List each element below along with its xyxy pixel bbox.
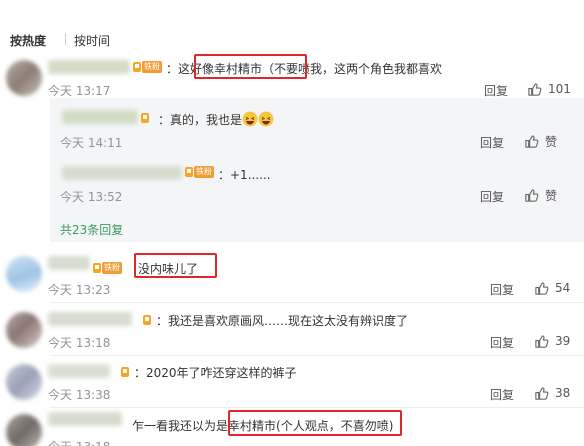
reply-time: 今天 13:52 [60, 190, 123, 204]
like-button[interactable]: 38 [534, 385, 570, 401]
fan-badge-icon [185, 167, 193, 177]
avatar[interactable] [6, 312, 42, 348]
avatar[interactable] [6, 256, 42, 292]
like-button[interactable]: 54 [534, 280, 570, 296]
reply-text: ：真的，我也是 [158, 111, 274, 128]
like-count: 101 [548, 82, 571, 96]
laughing-emoji-icon [258, 111, 274, 127]
fan-badge-icon [121, 367, 129, 377]
reply-button[interactable]: 回复 [490, 334, 514, 351]
thumbs-up-icon [525, 188, 539, 202]
tab-divider [65, 33, 66, 45]
avatar[interactable] [6, 60, 42, 96]
reply-button[interactable]: 回复 [490, 281, 514, 298]
like-label: 赞 [545, 134, 558, 149]
reply-button[interactable]: 回复 [480, 134, 504, 151]
tab-sort-by-hot[interactable]: 按热度 [10, 32, 46, 49]
thumbs-up-icon [535, 386, 549, 400]
thumbs-up-icon [525, 134, 539, 148]
tab-sort-by-time[interactable]: 按时间 [74, 32, 110, 49]
avatar[interactable] [6, 414, 42, 446]
thumbs-up-icon [528, 82, 542, 96]
divider [50, 355, 584, 356]
reply-time: 今天 14:11 [60, 136, 123, 150]
avatar[interactable] [6, 364, 42, 400]
like-button[interactable]: 39 [534, 333, 570, 349]
fan-badge: 铁粉 [142, 61, 162, 73]
fan-badge-icon [133, 62, 141, 72]
reply-button[interactable]: 回复 [484, 82, 508, 99]
username[interactable] [48, 256, 90, 270]
comment-time: 今天 13:18 [48, 438, 110, 446]
fan-badge-icon [93, 263, 101, 273]
username[interactable] [48, 312, 132, 326]
comment-text: ：2020年了咋还穿这样的裤子 [134, 366, 297, 380]
thumbs-up-icon [535, 281, 549, 295]
reply-text: ：+1...... [218, 168, 271, 182]
comment-text: ：我还是喜欢原画风……现在这太没有辨识度了 [156, 314, 409, 328]
fan-badge: 铁粉 [102, 262, 122, 274]
comment-time: 今天 13:38 [48, 388, 111, 402]
reply-username[interactable] [62, 166, 182, 180]
like-button[interactable]: 赞 [524, 133, 557, 149]
highlight-box [194, 54, 307, 79]
comment-time: 今天 13:18 [48, 336, 111, 350]
divider [50, 407, 584, 408]
laughing-emoji-icon [242, 111, 258, 127]
username[interactable] [48, 412, 122, 426]
like-count: 39 [555, 334, 571, 348]
divider [50, 302, 584, 303]
highlight-box [134, 253, 217, 278]
username[interactable] [48, 364, 110, 378]
reply-username[interactable] [62, 110, 138, 124]
reply-button[interactable]: 回复 [480, 188, 504, 205]
like-count: 38 [555, 386, 571, 400]
fan-badge-icon [143, 315, 151, 325]
fan-badge-icon [141, 113, 149, 123]
like-label: 赞 [545, 188, 558, 203]
thumbs-up-icon [535, 334, 549, 348]
highlight-box [228, 410, 402, 436]
like-count: 54 [555, 281, 571, 295]
reply-button[interactable]: 回复 [490, 386, 514, 403]
username[interactable] [48, 60, 130, 74]
like-button[interactable]: 101 [527, 81, 571, 97]
fan-badge: 铁粉 [194, 166, 214, 178]
comment-time: 今天 13:17 [48, 84, 111, 98]
comment-time: 今天 13:23 [48, 283, 111, 297]
like-button[interactable]: 赞 [524, 187, 557, 203]
more-replies-link[interactable]: 共23条回复 [60, 221, 123, 238]
